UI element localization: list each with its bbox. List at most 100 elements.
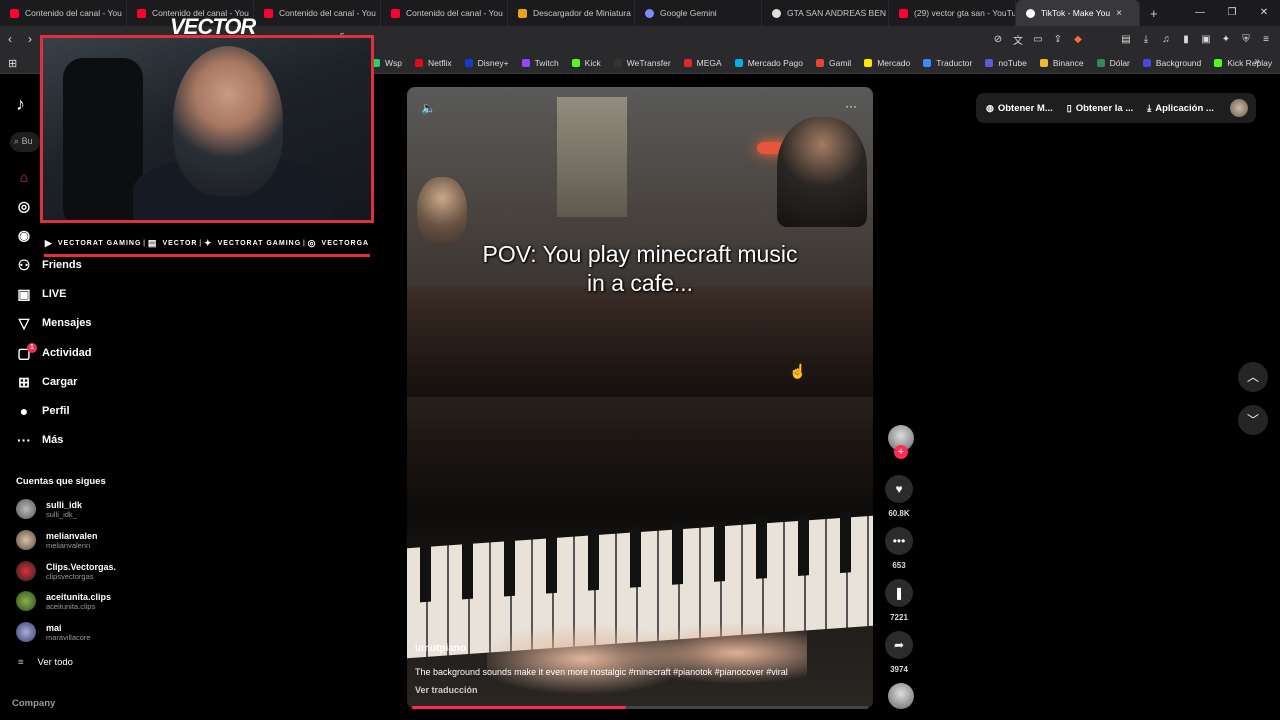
browser-tab[interactable]: Contenido del canal - You (0, 0, 127, 26)
user-avatar[interactable] (1229, 99, 1248, 117)
browser-tab[interactable]: Google Gemini (635, 0, 762, 26)
bookmark-item[interactable]: Traductor (923, 58, 972, 68)
bookmark-item[interactable]: Mercado Pago (734, 58, 803, 68)
cafe-person-right (777, 117, 867, 227)
more-dots-icon: ··· (17, 432, 31, 448)
following-account[interactable]: aceitunita.clips aceitunita.clips (16, 588, 111, 614)
bookmark-item[interactable]: Wsp (372, 58, 402, 68)
tab-search-icon[interactable]: ▤ (1120, 34, 1132, 45)
close-tab-icon[interactable]: × (1116, 8, 1122, 19)
new-tab-button[interactable]: + (1140, 6, 1168, 21)
media-icon[interactable]: ♫ (1160, 34, 1172, 45)
like-button[interactable]: ♥ 60.8K (884, 475, 914, 518)
bookmark-item[interactable]: Mercado (864, 58, 910, 68)
video-username[interactable]: umutpiano (415, 643, 466, 654)
bookmark-item[interactable]: noTube (985, 58, 1027, 68)
nav-home[interactable]: ⌂ (14, 165, 42, 189)
following-avatar-icon: ◉ (17, 226, 31, 243)
browser-tab[interactable]: Contenido del canal - You (254, 0, 381, 26)
footer-company-link[interactable]: Company (12, 698, 55, 709)
browser-tab[interactable]: GTA SAN ANDREAS BEN 1 (762, 0, 889, 26)
browser-tab[interactable]: Descargador de Miniatura (508, 0, 635, 26)
bookmark-item[interactable]: Kick (571, 58, 601, 68)
nav-profile[interactable]: ● Perfil (14, 399, 70, 423)
more-options-icon[interactable]: ··· (845, 99, 857, 113)
get-app-button[interactable]: ▯ Obtener la ... (1067, 103, 1134, 114)
youtube-icon (391, 8, 400, 18)
comment-button[interactable]: ••• 653 (884, 527, 914, 570)
following-account[interactable]: melianvalen melianvalenn (16, 527, 98, 553)
bookmark-favicon-icon (464, 59, 473, 67)
sound-disc-avatar[interactable] (888, 683, 914, 709)
bookmark-item[interactable]: Kick Replay (1214, 58, 1272, 68)
get-coins-button[interactable]: ◍ Obtener M... (986, 103, 1053, 114)
browser-tab[interactable]: (29) vector gta san - YouTu (889, 0, 1016, 26)
share-icon[interactable]: ⇪ (1052, 34, 1064, 45)
tiktok-logo[interactable]: ♪ (16, 94, 25, 115)
download-icon: ⤓ (1147, 102, 1152, 113)
menu-icon[interactable]: ≡ (1260, 34, 1272, 45)
cast-icon[interactable]: ▭ (1032, 34, 1044, 45)
bookmark-item[interactable]: Gamil (816, 58, 851, 68)
translate-icon[interactable]: 文 (1012, 32, 1024, 47)
sidebar-icon[interactable]: ▮ (1180, 34, 1192, 45)
maximize-button[interactable]: ❐ (1216, 0, 1248, 26)
bookmark-item[interactable]: Binance (1039, 58, 1084, 68)
share-button[interactable]: ➦ 3974 (884, 631, 914, 674)
bookmark-item[interactable]: Netflix (415, 58, 452, 68)
wallet-icon[interactable]: ▣ (1200, 34, 1212, 45)
desktop-app-button[interactable]: ⤓ Aplicación ... (1147, 103, 1214, 114)
see-all-link[interactable]: ≡ Ver todo (18, 657, 73, 668)
browser-tab[interactable]: Contenido del canal - You (381, 0, 508, 26)
brave-shield-icon[interactable]: ◆ (1072, 34, 1084, 45)
nav-live[interactable]: ▣ LIVE (14, 282, 66, 306)
nav-following[interactable]: ◉ (14, 223, 42, 247)
search-input[interactable]: ⌕ Bu (10, 132, 40, 152)
video-player[interactable]: 🔈 ··· POV: You play minecraft music in a … (407, 87, 873, 709)
bookmark-item[interactable]: Disney+ (464, 58, 509, 68)
avatar (16, 499, 36, 519)
minimize-button[interactable]: — (1184, 0, 1216, 26)
instagram-icon: ◎ (307, 238, 317, 248)
no-translate-icon[interactable]: ⊘ (992, 34, 1004, 45)
bookmark-item[interactable]: MEGA (683, 58, 722, 68)
nav-messages[interactable]: ▽ Mensajes (14, 311, 92, 335)
back-button[interactable]: ‹ (0, 32, 20, 46)
avatar (16, 530, 36, 550)
leo-icon[interactable]: ✦ (1220, 34, 1232, 45)
bookmark-favicon-icon (1142, 59, 1151, 67)
list-icon: ≡ (18, 657, 24, 668)
forward-button[interactable]: › (20, 32, 40, 46)
twitter-icon: ✦ (204, 238, 213, 248)
streamer-name-logo: VECTOR (170, 14, 256, 39)
nav-activity[interactable]: ▢ 1 Actividad (14, 341, 92, 365)
bookmarks-overflow-icon[interactable]: » (1254, 56, 1260, 67)
nav-more[interactable]: ··· Más (14, 428, 63, 452)
social-twitter: ✦ VECTORAT GAMING (204, 238, 302, 248)
next-video-button[interactable]: ﹀ (1238, 405, 1268, 435)
following-account[interactable]: Clips.Vectorgas. clipsvectorgas (16, 558, 116, 584)
bookmark-item[interactable]: Dólar (1096, 58, 1130, 68)
save-button[interactable]: ❚ 7221 (884, 579, 914, 622)
volume-icon[interactable]: 🔈 (421, 101, 436, 115)
following-account[interactable]: mai maravillacore (16, 619, 91, 645)
nav-upload[interactable]: ⊞ Cargar (14, 370, 77, 394)
apps-grid-icon[interactable]: ⊞ (8, 57, 17, 70)
nav-explore[interactable]: ◎ (14, 194, 42, 218)
following-account[interactable]: sulli_idk sulli_idk_ (16, 496, 82, 522)
bookmark-item[interactable]: WeTransfer (613, 58, 671, 68)
streamer-webcam (40, 35, 374, 223)
vpn-icon[interactable]: ⛨ (1240, 34, 1252, 45)
bookmark-item[interactable]: Twitch (521, 58, 559, 68)
bookmark-favicon-icon (521, 59, 530, 67)
video-progress-fill (412, 706, 627, 709)
see-translation-link[interactable]: Ver traducción (415, 685, 478, 695)
download-icon[interactable]: ⤓ (1140, 34, 1152, 45)
browser-tab-active[interactable]: TikTok - Make You × (1016, 0, 1140, 26)
close-window-button[interactable]: ✕ (1248, 0, 1280, 26)
previous-video-button[interactable]: ︿ (1238, 362, 1268, 392)
bookmark-item[interactable]: Background (1142, 58, 1201, 68)
piano-lid (407, 287, 873, 397)
follow-plus-icon[interactable]: + (894, 445, 908, 459)
video-progress-bar[interactable] (412, 706, 868, 709)
